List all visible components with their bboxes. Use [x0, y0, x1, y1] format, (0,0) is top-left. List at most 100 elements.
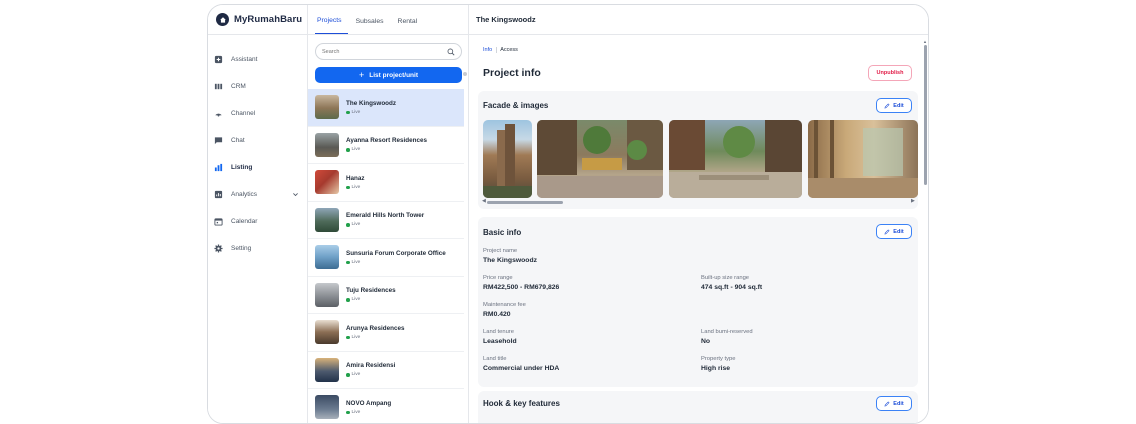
project-thumbnail: [315, 245, 339, 270]
sidebar-nav: Assistant CRM Channel Chat Listing Analy…: [208, 35, 307, 262]
page-title: Project info: [483, 67, 541, 79]
pencil-icon: [884, 103, 890, 108]
project-name: Amira Residensi: [346, 362, 396, 370]
project-thumbnail: [315, 95, 339, 120]
sidebar-item-label: CRM: [231, 83, 246, 90]
field-value: RM0.420: [483, 311, 511, 318]
list-item[interactable]: Amira Residensi Live: [308, 352, 464, 389]
project-name: Sunsuria Forum Corporate Office: [346, 249, 446, 257]
image-strip-scrollbar[interactable]: ◀ ▶: [482, 198, 915, 204]
search-icon[interactable]: [447, 48, 455, 56]
status-text: Live: [351, 147, 361, 153]
project-thumbnail: [315, 132, 339, 157]
sidebar-item-label: Assistant: [231, 56, 258, 63]
status-badge: Live: [346, 410, 391, 415]
list-item[interactable]: Arunya Residences Live: [308, 314, 464, 352]
facade-image[interactable]: [669, 120, 802, 198]
field-value: 474 sq.ft - 904 sq.ft: [701, 284, 763, 291]
edit-label: Edit: [893, 102, 904, 109]
project-name: Emerald Hills North Tower: [346, 212, 425, 220]
brand[interactable]: MyRumahBaru: [208, 5, 307, 35]
sidebar-item-listing[interactable]: Listing: [208, 154, 307, 181]
edit-hook-button[interactable]: Edit: [876, 396, 912, 411]
status-text: Live: [351, 184, 361, 190]
status-badge: Live: [346, 372, 395, 377]
sidebar-item-setting[interactable]: Setting: [208, 235, 307, 262]
tab-subsales[interactable]: Subsales: [354, 18, 390, 34]
field-value: No: [701, 338, 711, 345]
tab-rental[interactable]: Rental: [396, 18, 424, 34]
edit-label: Edit: [893, 228, 904, 235]
facade-image[interactable]: [808, 120, 918, 198]
status-text: Live: [351, 372, 361, 378]
list-item[interactable]: Tuju Residences Live: [308, 277, 464, 314]
field-value: High rise: [701, 365, 731, 372]
facade-image[interactable]: [483, 120, 532, 198]
field-value: Leasehold: [483, 338, 517, 345]
scroll-left-icon[interactable]: ◀: [482, 198, 486, 204]
live-dot-icon: [346, 148, 350, 152]
unpublish-button[interactable]: Unpublish: [868, 65, 912, 81]
chevron-down-icon[interactable]: [292, 191, 299, 198]
status-badge: Live: [346, 297, 396, 302]
list-item[interactable]: NOVO Ampang Live: [308, 389, 464, 423]
field-label: Land title: [483, 356, 507, 362]
crm-icon: [214, 82, 223, 91]
edit-label: Edit: [893, 400, 904, 407]
facade-image[interactable]: [537, 120, 663, 198]
tab-access[interactable]: Access: [500, 47, 521, 53]
project-thumbnail: [315, 395, 339, 420]
live-dot-icon: [346, 410, 350, 414]
land-bumi-field: Land bumi-reserved No: [701, 329, 753, 345]
list-project-button[interactable]: + List project/unit: [315, 67, 462, 83]
project-list: The Kingswoodz Live Ayanna Resort Reside…: [308, 89, 464, 423]
sidebar-item-calendar[interactable]: Calendar: [208, 208, 307, 235]
project-thumbnail: [315, 207, 339, 232]
sidebar-item-analytics[interactable]: Analytics: [208, 181, 307, 208]
project-thumbnail: [315, 170, 339, 195]
sidebar-item-chat[interactable]: Chat: [208, 127, 307, 154]
tab-info[interactable]: Info: [483, 47, 498, 53]
sidebar-item-label: Calendar: [231, 218, 258, 225]
field-label: Project name: [483, 248, 518, 254]
list-item[interactable]: Ayanna Resort Residences Live: [308, 127, 464, 164]
project-thumbnail: [315, 320, 339, 345]
chat-icon: [214, 136, 223, 145]
live-dot-icon: [346, 298, 350, 302]
brand-name: MyRumahBaru: [234, 14, 303, 25]
list-item[interactable]: Hanaz Live: [308, 164, 464, 202]
facade-section-title: Facade & images: [483, 101, 549, 110]
list-scrollbar[interactable]: [463, 72, 467, 76]
project-name-field: Project name The Kingswoodz: [483, 248, 537, 264]
app-window: MyRumahBaru Assistant CRM Channel Chat L…: [207, 4, 929, 424]
listing-tabs: Projects Subsales Rental: [308, 5, 468, 35]
maintenance-fee-field: Maintenance fee RM0.420: [483, 302, 526, 318]
price-range-field: Price range RM422,500 - RM679,826: [483, 275, 559, 291]
listing-icon: [214, 163, 223, 172]
edit-facade-button[interactable]: Edit: [876, 98, 912, 113]
scroll-right-icon[interactable]: ▶: [911, 198, 915, 204]
live-dot-icon: [346, 223, 350, 227]
facade-image-strip: [483, 120, 918, 198]
scrollbar-thumb[interactable]: [487, 201, 563, 204]
detail-scrollbar[interactable]: [924, 45, 927, 185]
plus-icon: +: [358, 70, 365, 80]
sidebar-item-crm[interactable]: CRM: [208, 73, 307, 100]
live-dot-icon: [346, 260, 350, 264]
tab-projects[interactable]: Projects: [315, 17, 348, 34]
search-input[interactable]: [322, 48, 442, 55]
sidebar-item-assistant[interactable]: Assistant: [208, 46, 307, 73]
edit-basic-info-button[interactable]: Edit: [876, 224, 912, 239]
sidebar: MyRumahBaru Assistant CRM Channel Chat L…: [208, 5, 308, 423]
scroll-up-icon[interactable]: ▲: [923, 39, 927, 44]
status-text: Live: [351, 297, 361, 303]
live-dot-icon: [346, 373, 350, 377]
project-thumbnail: [315, 282, 339, 307]
status-badge: Live: [346, 110, 396, 115]
list-item[interactable]: Sunsuria Forum Corporate Office Live: [308, 239, 464, 277]
sidebar-item-channel[interactable]: Channel: [208, 100, 307, 127]
list-item[interactable]: The Kingswoodz Live: [308, 89, 464, 127]
project-name: Ayanna Resort Residences: [346, 137, 427, 145]
list-item[interactable]: Emerald Hills North Tower Live: [308, 202, 464, 239]
status-badge: Live: [346, 335, 404, 340]
